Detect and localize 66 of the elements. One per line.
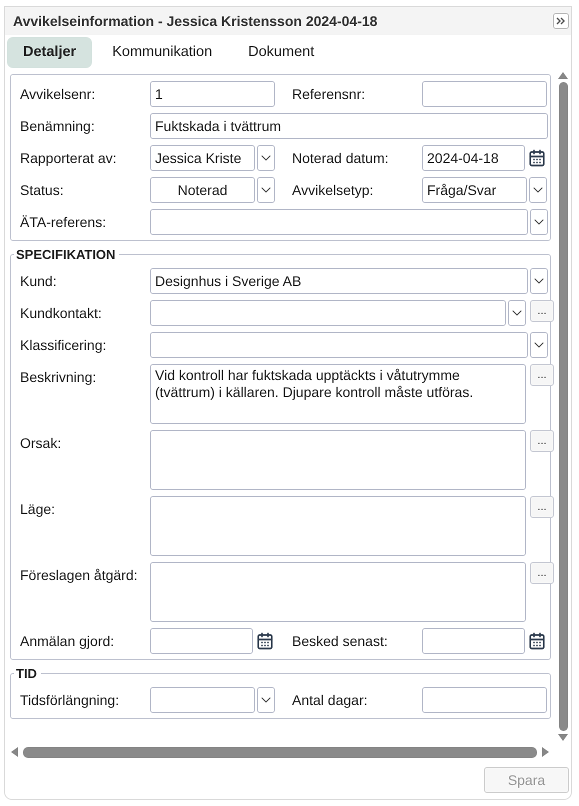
window-title: Avvikelseinformation - Jessica Kristensson 2024-04-18 (13, 13, 378, 29)
tab[interactable]: Kommunikation (96, 37, 228, 68)
field-label: Klassificering: (20, 336, 108, 353)
field-label: Status: (20, 181, 65, 198)
select-field[interactable] (150, 209, 528, 235)
field-label: Antal dagar: (292, 691, 368, 708)
field-label: Besked senast: (292, 632, 389, 649)
double-chevron-icon (556, 17, 566, 25)
more-button[interactable]: ... (530, 496, 554, 518)
more-button[interactable]: ... (530, 562, 554, 584)
field-label: ÄTA-referens: (20, 213, 108, 230)
text-area[interactable] (150, 496, 526, 556)
select-field[interactable] (150, 687, 255, 713)
text-area[interactable]: Vid kontroll har fuktskada upptäckts i våtutrymme (tvättrum) i källaren. Djupare kontroll måste utföras. (150, 364, 526, 424)
select-field[interactable]: Designhus i Sverige AB (150, 268, 528, 294)
more-button[interactable]: ... (530, 300, 554, 322)
date-field[interactable] (422, 628, 525, 654)
field-label: Föreslagen åtgärd: (20, 566, 139, 583)
calendar-icon[interactable] (528, 632, 546, 650)
scroll-up-icon[interactable] (557, 70, 569, 80)
select-field[interactable]: Fråga/Svar (422, 177, 527, 203)
date-field[interactable]: 2024-04-18 (422, 145, 525, 171)
date-field[interactable] (150, 628, 253, 654)
dropdown-button[interactable] (530, 332, 548, 358)
field-label: Orsak: (20, 434, 62, 451)
dropdown-button[interactable] (257, 145, 275, 171)
scroll-right-icon[interactable] (541, 746, 551, 758)
field-label: Benämning: (20, 117, 96, 134)
field-label: Kundkontakt: (20, 304, 103, 321)
select-field[interactable]: Noterad (150, 177, 255, 203)
tab[interactable]: Dokument (232, 37, 330, 68)
tab[interactable]: Detaljer (7, 37, 92, 68)
dropdown-button[interactable] (257, 687, 275, 713)
field-label: Kund: (20, 272, 58, 289)
field-label: Beskrivning: (20, 368, 98, 385)
dropdown-button[interactable] (530, 209, 548, 235)
dropdown-button[interactable] (530, 268, 548, 294)
scroll-left-icon[interactable] (9, 746, 19, 758)
field-label: Referensnr: (292, 85, 366, 102)
expand-button[interactable] (553, 13, 569, 29)
select-field[interactable] (150, 332, 528, 358)
dropdown-button[interactable] (257, 177, 275, 203)
field-label: Avvikelsenr: (20, 85, 96, 102)
text-field[interactable] (422, 687, 547, 713)
more-button[interactable]: ... (530, 430, 554, 452)
text-area[interactable] (150, 430, 526, 490)
field-label: Anmälan gjord: (20, 632, 116, 649)
field-label: Rapporterat av: (20, 149, 118, 166)
select-field[interactable]: Jessica Kriste (150, 145, 255, 171)
field-label: Avvikelsetyp: (292, 181, 374, 198)
field-label: Noterad datum: (292, 149, 390, 166)
section-title: TID (15, 666, 38, 681)
text-area[interactable] (150, 562, 526, 622)
text-field[interactable]: 1 (150, 81, 275, 107)
text-field[interactable]: Fuktskada i tvättrum (150, 113, 548, 139)
scroll-down-icon[interactable] (557, 733, 569, 743)
dropdown-button[interactable] (508, 300, 526, 326)
more-button[interactable]: ... (530, 364, 554, 386)
calendar-icon[interactable] (256, 632, 274, 650)
dropdown-button[interactable] (529, 177, 547, 203)
field-label: Tidsförlängning: (20, 691, 120, 708)
calendar-icon[interactable] (528, 149, 546, 167)
section-title: SPECIFIKATION (15, 247, 116, 262)
field-label: Läge: (20, 500, 56, 517)
select-field[interactable] (150, 300, 506, 326)
text-field[interactable] (422, 81, 547, 107)
